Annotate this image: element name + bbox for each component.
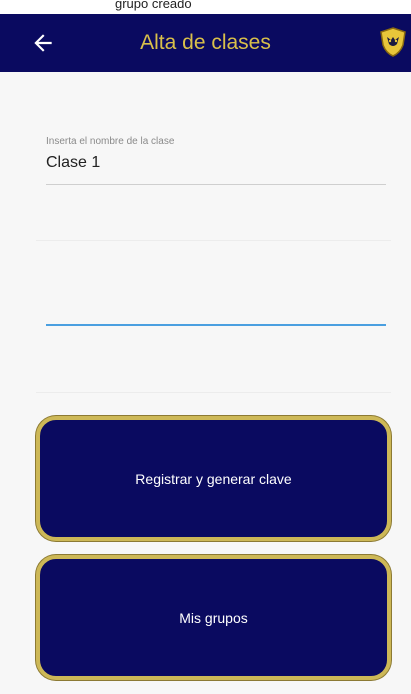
register-generate-key-button[interactable]: Registrar y generar clave — [36, 416, 391, 541]
class-name-underline — [46, 184, 386, 185]
second-field-input[interactable] — [46, 324, 386, 326]
register-button-label: Registrar y generar clave — [135, 470, 292, 487]
class-name-label: Inserta el nombre de la clase — [46, 136, 175, 147]
app-bar: Alta de clases — [0, 14, 411, 72]
my-groups-button[interactable]: Mis grupos — [36, 555, 391, 680]
page-title: Alta de clases — [140, 31, 271, 54]
shield-icon — [380, 27, 406, 57]
class-name-input[interactable]: Clase 1 — [46, 154, 100, 172]
section-divider — [36, 240, 391, 241]
section-divider — [36, 392, 391, 393]
status-text: grupo creado — [115, 0, 192, 11]
my-groups-button-label: Mis grupos — [179, 609, 248, 626]
